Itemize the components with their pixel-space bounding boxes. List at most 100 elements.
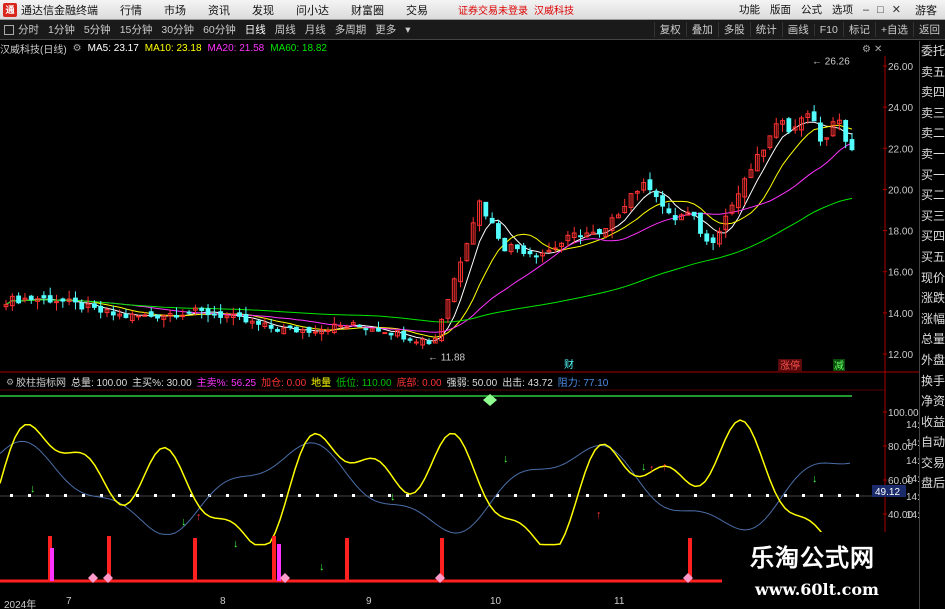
indicator-main-sell: 主卖%: 56.25 bbox=[196, 378, 257, 389]
order-panel-item[interactable]: 买三 bbox=[920, 206, 945, 227]
midline-dot bbox=[442, 494, 445, 497]
candle-body bbox=[691, 211, 697, 217]
high-price-label: ← 26.26 bbox=[812, 57, 850, 68]
order-panel-item[interactable]: 现价 bbox=[920, 268, 945, 289]
candle-body bbox=[123, 313, 129, 318]
down-arrow-icon: ↓ bbox=[233, 538, 239, 550]
candle-body bbox=[98, 305, 104, 313]
order-panel-item[interactable]: 委托 bbox=[920, 41, 945, 62]
order-panel-item[interactable]: 卖二 bbox=[920, 123, 945, 144]
midline-dot bbox=[118, 494, 121, 497]
candle-body bbox=[28, 295, 34, 300]
date-label-oct: 10 bbox=[490, 596, 502, 607]
order-panel-item[interactable]: 涨幅 bbox=[920, 309, 945, 330]
price-axis-label: 14.00 bbox=[888, 309, 913, 320]
midline-dot bbox=[298, 494, 301, 497]
candle-body bbox=[338, 325, 344, 328]
candle-body bbox=[47, 295, 53, 303]
order-panel-item[interactable]: 买五 bbox=[920, 247, 945, 268]
order-panel-item[interactable]: 换手 bbox=[920, 371, 945, 392]
candle-body bbox=[16, 295, 22, 304]
down-arrow-icon: ↓ bbox=[641, 461, 647, 473]
midline-dot bbox=[244, 494, 247, 497]
candle-body bbox=[502, 237, 508, 252]
order-panel-item[interactable]: 涨跌 bbox=[920, 288, 945, 309]
candle-body bbox=[407, 338, 413, 341]
order-panel-item[interactable]: 卖三 bbox=[920, 103, 945, 124]
midline-dot bbox=[532, 494, 535, 497]
order-panel-item[interactable]: 买四 bbox=[920, 226, 945, 247]
indicator-exit: 出击: 43.72 bbox=[502, 378, 553, 389]
order-panel-item[interactable]: 卖五 bbox=[920, 62, 945, 83]
watermark-url: www.60lt.com bbox=[755, 580, 879, 599]
midline-dot bbox=[460, 494, 463, 497]
order-panel-item[interactable]: 自动 bbox=[920, 432, 945, 453]
midline-dot bbox=[352, 494, 355, 497]
midline-dot bbox=[586, 494, 589, 497]
candle-body bbox=[698, 212, 703, 234]
indicator-name[interactable]: 胶柱指标网 bbox=[16, 374, 66, 389]
date-label-aug: 8 bbox=[220, 596, 226, 607]
midline-dot bbox=[136, 494, 139, 497]
midline-dot bbox=[856, 494, 859, 497]
strength-line bbox=[0, 419, 851, 546]
order-panel-item[interactable]: 总量 bbox=[920, 329, 945, 350]
indicator-add-pos: 加仓: 0.00 bbox=[261, 378, 307, 389]
order-panel-item[interactable]: 买一 bbox=[920, 165, 945, 186]
low-price-label: ← 11.88 bbox=[428, 352, 465, 363]
indicator-current-value: 49.12 bbox=[875, 487, 900, 498]
midline-dot bbox=[694, 494, 697, 497]
midline-dot bbox=[766, 494, 769, 497]
indicator-time-label: 14:50 bbox=[906, 456, 919, 467]
order-panel-item[interactable]: 收益 bbox=[920, 412, 945, 433]
close-small-icon[interactable]: ✕ bbox=[874, 44, 882, 55]
indicator-low-pos: 低位: 110.00 bbox=[336, 378, 392, 389]
order-panel: 委托 卖五 卖四 卖三 卖二 卖一 买一 买二 买三 买四 买五 现价 涨跌 涨幅 总量 外盘 换手 净资 收益 自动… bbox=[919, 41, 945, 609]
midline-dot bbox=[478, 494, 481, 497]
order-panel-item[interactable]: 净资 bbox=[920, 391, 945, 412]
order-panel-item[interactable]: 外盘 bbox=[920, 350, 945, 371]
candle-body bbox=[514, 244, 520, 250]
order-panel-item[interactable]: 卖四 bbox=[920, 82, 945, 103]
candle-body bbox=[704, 233, 710, 242]
candle-body bbox=[41, 295, 47, 299]
midline-dot bbox=[820, 494, 823, 497]
finance-marker: 财 bbox=[564, 358, 574, 371]
candle-body bbox=[110, 311, 116, 316]
candlestick-chart[interactable]: ⚙ ✕ ⚙ 26.00 24.00 22.00 20.00 18.00 16.00 14.0… bbox=[0, 0, 919, 596]
midline-dot bbox=[604, 494, 607, 497]
down-arrow-icon: ↓ bbox=[390, 491, 396, 503]
candle-body bbox=[136, 315, 141, 318]
indicator-settings-icon[interactable]: ⚙ bbox=[6, 377, 14, 387]
price-axis-label: 20.00 bbox=[888, 185, 913, 196]
candle-body bbox=[325, 330, 331, 333]
midline-dot bbox=[172, 494, 175, 497]
midline-dot bbox=[82, 494, 85, 497]
indicator-ground: 地量 bbox=[311, 378, 332, 389]
candle-body bbox=[186, 311, 192, 314]
date-label-sep: 9 bbox=[366, 596, 372, 607]
candle-body bbox=[426, 340, 432, 345]
settings-small-icon[interactable]: ⚙ bbox=[862, 44, 871, 55]
order-panel-item[interactable]: 交易 bbox=[920, 453, 945, 474]
candle-body bbox=[91, 303, 97, 308]
candle-body bbox=[54, 301, 59, 304]
watermark-title: 乐淘公式网 bbox=[750, 543, 875, 572]
candle-body bbox=[653, 190, 659, 198]
order-panel-item[interactable]: 盘后 bbox=[920, 473, 945, 494]
midline-dot bbox=[334, 494, 337, 497]
ma20-line bbox=[5, 142, 853, 333]
order-panel-item[interactable]: 买二 bbox=[920, 185, 945, 206]
candle-body bbox=[647, 179, 653, 191]
candle-body bbox=[174, 314, 179, 318]
candle-body bbox=[597, 229, 602, 235]
midline-dot bbox=[424, 494, 427, 497]
candle-body bbox=[672, 215, 678, 221]
candle-body bbox=[287, 325, 293, 329]
candle-body bbox=[243, 313, 249, 323]
candle-body bbox=[376, 327, 381, 332]
order-panel-item[interactable]: 卖一 bbox=[920, 144, 945, 165]
candle-body bbox=[843, 120, 849, 142]
indicator-strength: 强弱: 50.00 bbox=[446, 378, 498, 389]
candle-body bbox=[660, 195, 665, 207]
